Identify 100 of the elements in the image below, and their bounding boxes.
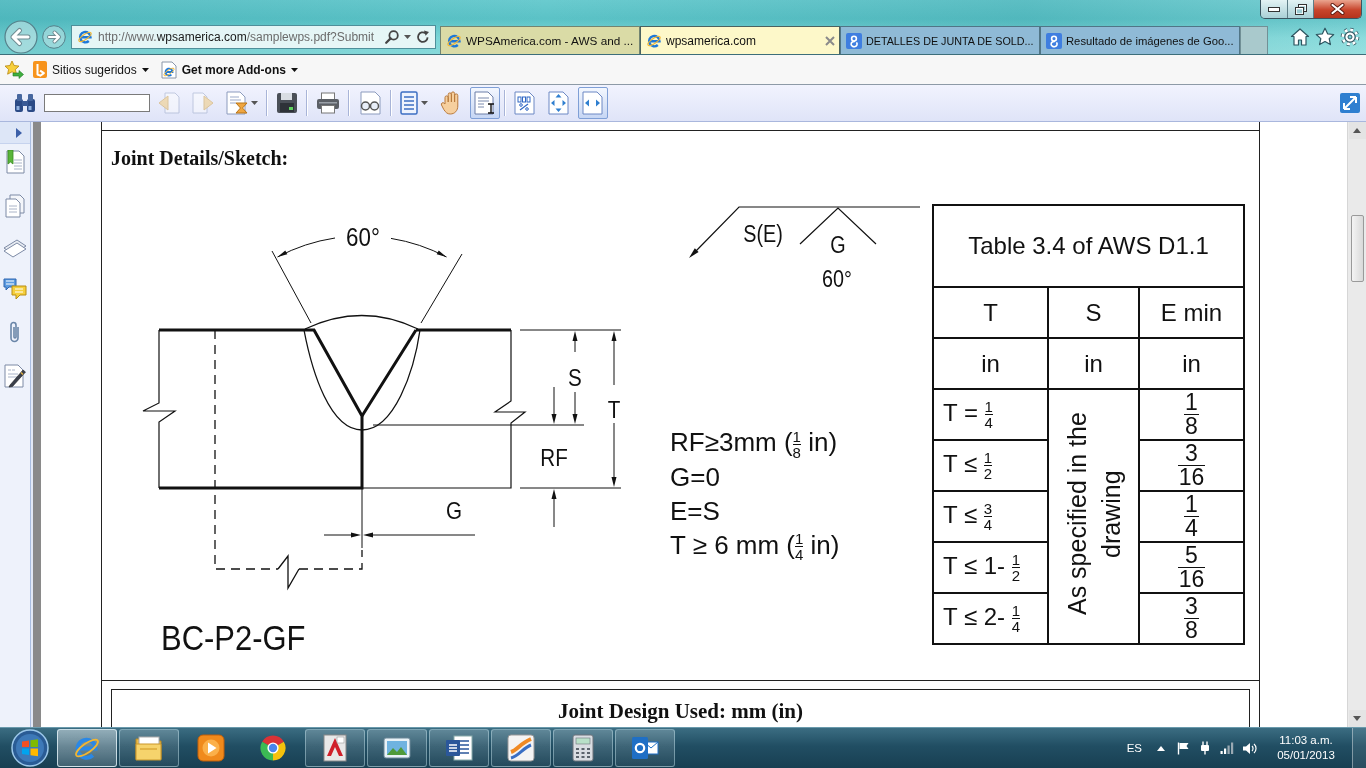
scroll-down-button[interactable] [1348, 710, 1366, 727]
restore-icon [1294, 3, 1307, 15]
close-icon[interactable] [825, 35, 835, 46]
angle-label: 60° [346, 222, 380, 252]
star-icon[interactable] [1315, 27, 1335, 47]
settings-icon[interactable] [1340, 27, 1360, 47]
favorites-link[interactable]: Get more Add-ons [157, 57, 301, 82]
note-line: G=0 [670, 460, 720, 494]
signal-bars-icon[interactable] [1220, 742, 1234, 754]
taskbar-clock[interactable]: 11:03 a.m. 05/01/2013 [1264, 730, 1348, 766]
table-cell: 3 16 [1139, 440, 1244, 491]
dimension-label: G [445, 497, 463, 525]
hourglass-page-icon [226, 91, 248, 115]
refresh-icon[interactable] [416, 30, 430, 44]
glasses-page-icon [358, 91, 382, 115]
up-caret-icon[interactable] [1157, 745, 1165, 751]
unit-cell: in [1139, 338, 1244, 389]
close-icon [1330, 3, 1345, 15]
page-logo-icon [160, 60, 177, 79]
find-field[interactable] [44, 94, 150, 112]
taskbar-button[interactable] [491, 729, 551, 767]
column-header: S [1048, 287, 1139, 338]
side-arrows-page-icon [582, 91, 604, 115]
minimize-icon [1268, 6, 1280, 12]
scroll-up-button[interactable] [1348, 122, 1366, 139]
search-icon[interactable] [385, 30, 399, 44]
close-button[interactable] [1314, 0, 1361, 18]
picture-icon [383, 737, 411, 759]
expand-icon[interactable] [1340, 93, 1360, 113]
cad-app-icon [323, 734, 347, 762]
expand-arrow-icon[interactable] [16, 127, 22, 138]
up-arrow-icon [1353, 128, 1361, 133]
table-cell: 1 4 [1139, 491, 1244, 542]
browser-tab[interactable]: Resultado de imágenes de Goo... [1040, 26, 1240, 54]
taskbar-button[interactable] [305, 729, 365, 767]
fit-width-button[interactable] [578, 87, 608, 119]
caret-icon [141, 67, 149, 72]
table-cell: 1 8 [1139, 389, 1244, 440]
browser-tab[interactable]: WPSAmerica.com - AWS and ... [440, 26, 640, 54]
scrollbar-thumb[interactable] [1350, 215, 1364, 282]
restore-button[interactable] [1288, 0, 1314, 18]
show-desktop-button[interactable] [1352, 728, 1366, 768]
unit-cell: in [1048, 338, 1139, 389]
minimize-button[interactable] [1261, 0, 1288, 18]
table-title: Table 3.4 of AWS D1.1 [933, 205, 1244, 287]
favorites-star-icon[interactable] [4, 60, 24, 79]
unit-cell: in [933, 338, 1048, 389]
e-logo-icon [646, 32, 662, 49]
taskbar-button[interactable] [367, 729, 427, 767]
down-arrow-icon [1353, 716, 1361, 721]
tile-logo-icon [846, 32, 862, 49]
power-plug-icon[interactable] [1199, 741, 1211, 755]
folder-icon [135, 735, 163, 761]
comments-icon[interactable] [3, 278, 27, 300]
dimension-label: S [568, 364, 582, 392]
play-icon [197, 734, 225, 762]
back-button[interactable] [4, 20, 38, 54]
bookmark-page-icon[interactable] [5, 150, 25, 174]
tile-logo-icon [33, 61, 47, 78]
joint-designation: BC-P2-GF [161, 617, 306, 658]
language-indicator[interactable]: ES [1118, 736, 1150, 760]
flag-icon[interactable] [1177, 741, 1189, 755]
select-text-button[interactable] [470, 87, 500, 119]
taskbar-button[interactable] [119, 729, 179, 767]
address-field[interactable]: http://www.wpsamerica.com/samplewps.pdf?Submit [71, 25, 436, 49]
tile-logo-icon [1046, 32, 1062, 49]
home-icon[interactable] [1290, 27, 1310, 47]
browser-tab[interactable]: DETALLES DE JUNTA DE SOLD... [840, 26, 1040, 54]
forward-button[interactable] [42, 25, 66, 49]
taskbar-button[interactable] [553, 729, 613, 767]
document-app-icon [445, 735, 473, 761]
printer-icon [316, 92, 340, 114]
taskbar-button[interactable] [57, 729, 117, 767]
taskbar-button[interactable] [615, 729, 675, 767]
speaker-icon[interactable] [1241, 741, 1257, 755]
favorites-link[interactable]: Sitios sugeridos [30, 57, 152, 82]
mail-app-icon [631, 736, 659, 760]
text-cursor-page-icon [474, 91, 496, 115]
paperclip-icon[interactable] [9, 320, 21, 344]
caret-icon [290, 67, 298, 72]
e-logo-icon [446, 32, 462, 49]
table-cell: As specified in the drawing [1048, 389, 1139, 644]
caret-icon [251, 101, 258, 105]
caret-icon [421, 101, 428, 105]
percent-page-icon [514, 91, 536, 115]
lined-page-icon [400, 91, 418, 115]
dimension-label: T [607, 396, 621, 424]
left-arrow-page-icon [158, 92, 180, 114]
calculator-icon [572, 734, 594, 762]
caret-icon[interactable] [404, 35, 411, 39]
layers-icon[interactable] [3, 238, 27, 258]
signature-icon[interactable] [4, 364, 26, 388]
symbol-label: S(E) [743, 221, 783, 248]
e-logo-icon [77, 29, 93, 45]
four-arrows-page-icon [548, 91, 570, 115]
browser-tab[interactable]: wpsamerica.com [640, 26, 840, 54]
taskbar-button[interactable] [429, 729, 489, 767]
swoosh-app-icon [507, 734, 535, 762]
column-header: T [933, 287, 1048, 338]
symbol-label: 60° [822, 266, 852, 293]
